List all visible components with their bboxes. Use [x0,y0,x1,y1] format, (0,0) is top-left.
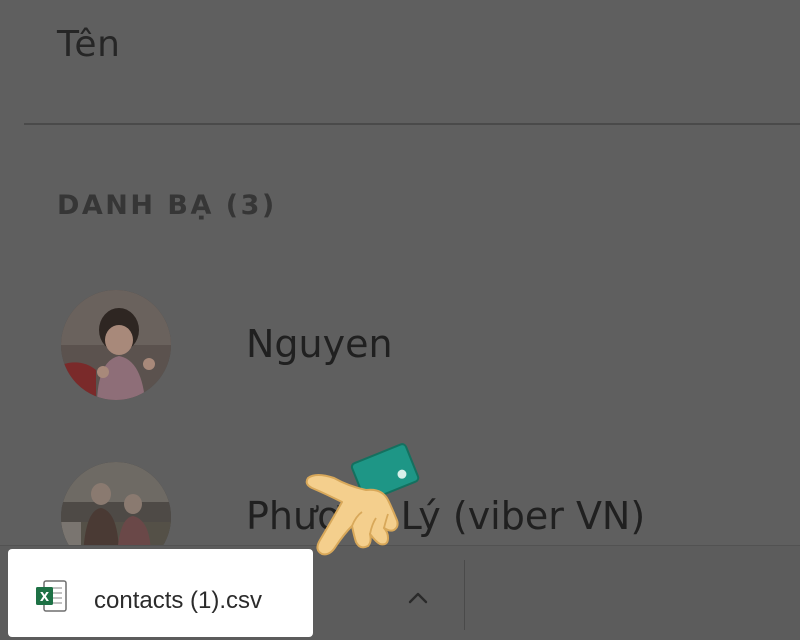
contact-name: Phương Lý (viber VN) [246,494,646,538]
chevron-up-icon[interactable] [400,582,436,612]
downloaded-file-item[interactable]: X contacts (1).csv [8,549,313,637]
download-bar-divider [464,560,465,630]
contacts-page: Tên DANH BẠ (3) Nguyen Phương Lý (viber … [0,0,800,640]
contacts-section-title: DANH BẠ (3) [57,190,277,221]
download-bar: X contacts (1).csv [0,545,800,640]
excel-csv-icon: X [34,579,72,613]
name-column-header[interactable]: Tên [57,24,120,65]
downloaded-file-name: contacts (1).csv [94,587,263,614]
contact-name: Nguyen [246,322,393,366]
header-divider [24,123,800,125]
contact-row[interactable]: Nguyen [0,276,800,416]
svg-text:X: X [40,590,50,604]
avatar [61,290,171,400]
